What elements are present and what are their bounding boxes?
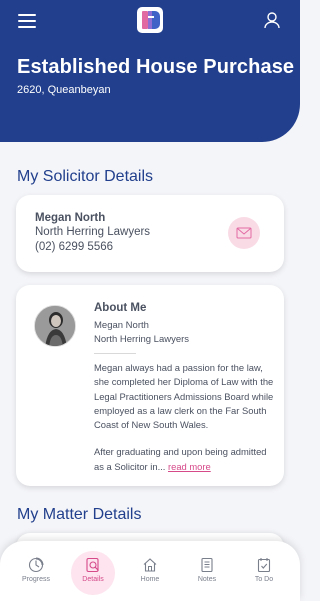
nav-label-progress: Progress: [21, 576, 50, 583]
bottom-nav: Progress Details Home Notes To Do: [0, 541, 300, 601]
solicitor-section-title: My Solicitor Details: [17, 168, 154, 185]
about-heading: About Me: [94, 302, 147, 314]
nav-label-home: Home: [140, 576, 160, 583]
user-icon[interactable]: [263, 11, 281, 29]
nav-label-details: Details: [82, 576, 104, 583]
property-title: Established House Purchase: [17, 56, 295, 78]
bio-paragraph-2: After graduating and upon being admitted…: [94, 445, 274, 474]
nav-details[interactable]: Details: [71, 551, 115, 597]
read-more-link[interactable]: read more: [168, 461, 211, 472]
solicitor-firm: North Herring Lawyers: [35, 226, 151, 238]
mail-icon: [236, 227, 252, 239]
nav-todo[interactable]: To Do: [242, 553, 286, 597]
nav-home[interactable]: Home: [128, 553, 172, 597]
notes-icon: [201, 557, 213, 573]
about-card: About Me Megan North North Herring Lawye…: [16, 285, 284, 486]
bio-paragraph-1: Megan always had a passion for the law, …: [94, 362, 274, 431]
about-firm: North Herring Lawyers: [94, 334, 190, 345]
solicitor-card: Megan North North Herring Lawyers (02) 6…: [16, 195, 284, 272]
header: Established House Purchase 2620, Queanbe…: [0, 0, 300, 142]
solicitor-name: Megan North: [35, 212, 106, 224]
email-button[interactable]: [228, 217, 260, 249]
avatar: [34, 305, 76, 347]
home-icon: [143, 558, 157, 572]
nav-notes[interactable]: Notes: [185, 553, 229, 597]
nav-progress[interactable]: Progress: [14, 553, 58, 597]
todo-icon: [257, 558, 271, 573]
divider: [94, 353, 136, 354]
details-icon: [86, 557, 99, 573]
menu-icon[interactable]: [18, 14, 36, 28]
property-subtitle: 2620, Queanbeyan: [17, 84, 111, 96]
about-name: Megan North: [94, 320, 149, 331]
nav-label-todo: To Do: [254, 576, 274, 583]
matter-section-title: My Matter Details: [17, 506, 142, 523]
progress-icon: [28, 557, 44, 573]
nav-label-notes: Notes: [197, 576, 217, 583]
bio-text: Megan always had a passion for the law, …: [94, 361, 274, 474]
solicitor-phone[interactable]: (02) 6299 5566: [35, 241, 113, 253]
app-logo: [137, 7, 163, 33]
